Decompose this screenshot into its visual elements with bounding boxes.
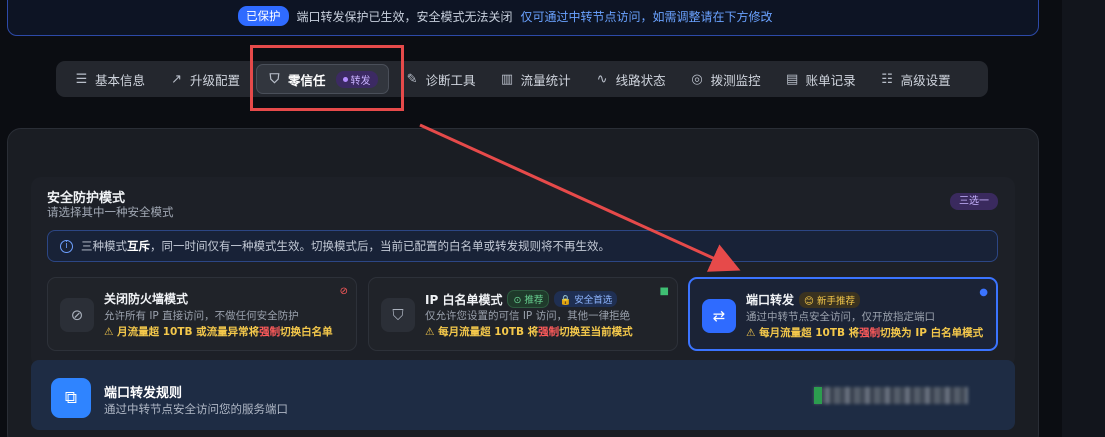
bill-icon: ▤ [785,71,799,87]
shield-check-icon: ⛉ [381,298,415,332]
tab-advanced-settings[interactable]: ☷ 高级设置 [872,64,959,94]
mode-title: 端口转发 😊 新手推荐 [746,291,860,308]
sliders-icon: ☷ [881,71,893,87]
security-subtitle: 请选择其中一种安全模式 [47,205,174,219]
shield-off-icon: ⊘ [60,298,94,332]
bar-chart-icon: ▥ [500,71,514,87]
beginner-recommended-pill: 😊 新手推荐 [799,291,860,308]
info-icon: i [60,239,73,253]
tab-label: 高级设置 [900,72,951,88]
mode-warning: ⚠ 每月流量超 10TB 将强制切换为 IP 白名单模式 [746,327,984,339]
tab-label: 账单记录 [805,72,856,88]
tab-bar: ☰ 基本信息 ↗ 升级配置 ⛉ 零信任 转发 ✎ 诊断工具 ▥ 流量统计 ∿ 线… [56,61,988,97]
forward-tag: 转发 [335,70,378,88]
selected-dot-icon: ● [979,287,988,298]
tab-label: 流量统计 [520,72,571,88]
swap-arrows-icon: ⇄ [702,299,736,333]
choose-one-badge: 三选一 [950,193,998,210]
right-edge-strip [1062,0,1105,437]
status-indicator [814,387,822,404]
protection-banner: 已保护 端口转发保护已生效，安全模式无法关闭 仅可通过中转节点访问，如需调整请在… [7,0,1039,36]
trend-up-icon: ↗ [171,71,182,87]
tab-traffic-stats[interactable]: ▥ 流量统计 [492,64,579,94]
lock-icon: ■ [659,286,669,297]
banner-link[interactable]: 仅可通过中转节点访问，如需调整请在下方修改 [521,8,773,25]
info-text: 三种模式互斥，同一时间仅有一种模式生效。切换模式后，当前已配置的白名单或转发规则… [81,239,610,253]
shield-icon: ⛉ [269,71,280,87]
mode-card-port-forward[interactable]: ⇄ 端口转发 😊 新手推荐 通过中转节点安全访问，仅开放指定端口 ⚠ 每月流量超 … [688,277,998,351]
redacted-value [814,387,968,404]
tab-diagnostic-tools[interactable]: ✎ 诊断工具 [397,64,484,94]
tab-bill-records[interactable]: ▤ 账单记录 [777,64,864,94]
mutex-info-bar: i 三种模式互斥，同一时间仅有一种模式生效。切换模式后，当前已配置的白名单或转发… [47,230,998,262]
mode-desc: 仅允许您设置的可信 IP 访问，其他一律拒绝 [425,310,631,322]
banner-text: 端口转发保护已生效，安全模式无法关闭 [296,9,513,24]
mode-warning: ⚠ 月流量超 10TB 或流量异常将强制切换白名单 [104,326,333,338]
tab-line-status[interactable]: ∿ 线路状态 [587,64,674,94]
mode-title: 关闭防火墙模式 [104,292,189,306]
mode-desc: 允许所有 IP 直接访问，不做任何安全防护 [104,310,299,322]
pulse-icon: ∿ [596,71,608,87]
rules-subtitle: 通过中转节点安全访问您的服务端口 [104,402,288,416]
mode-title: IP 白名单模式 ⊙ 推荐 🔒 安全首选 [425,290,618,308]
wrench-icon: ✎ [406,71,418,87]
mode-card-ip-whitelist[interactable]: ⛉ IP 白名单模式 ⊙ 推荐 🔒 安全首选 仅允许您设置的可信 IP 访问，其他一… [368,277,678,351]
list-icon: ☰ [75,71,88,87]
tab-label: 零信任 [288,72,326,88]
recommended-pill: ⊙ 推荐 [507,290,550,308]
tab-basic-info[interactable]: ☰ 基本信息 [66,64,153,94]
protected-badge: 已保护 [238,6,289,26]
radar-icon: ◎ [691,71,703,87]
network-icon: ⧉ [51,378,91,418]
mode-warning: ⚠ 每月流量超 10TB 将强制切换至当前模式 [425,326,633,338]
tab-label: 升级配置 [190,72,241,88]
block-icon: ⊘ [339,286,348,297]
rules-title: 端口转发规则 [104,386,183,401]
tab-label: 拨测监控 [710,72,761,88]
mode-desc: 通过中转节点安全访问，仅开放指定端口 [746,311,935,323]
tab-dial-monitor[interactable]: ◎ 拨测监控 [682,64,769,94]
security-first-pill: 🔒 安全首选 [554,291,618,307]
mode-card-firewall-off[interactable]: ⊘ 关闭防火墙模式 允许所有 IP 直接访问，不做任何安全防护 ⚠ 月流量超 1… [47,277,357,351]
tab-upgrade-config[interactable]: ↗ 升级配置 [161,64,248,94]
tab-zero-trust[interactable]: ⛉ 零信任 转发 [256,64,389,94]
tab-label: 诊断工具 [425,72,476,88]
tab-label: 线路状态 [615,72,666,88]
tab-label: 基本信息 [95,72,146,88]
